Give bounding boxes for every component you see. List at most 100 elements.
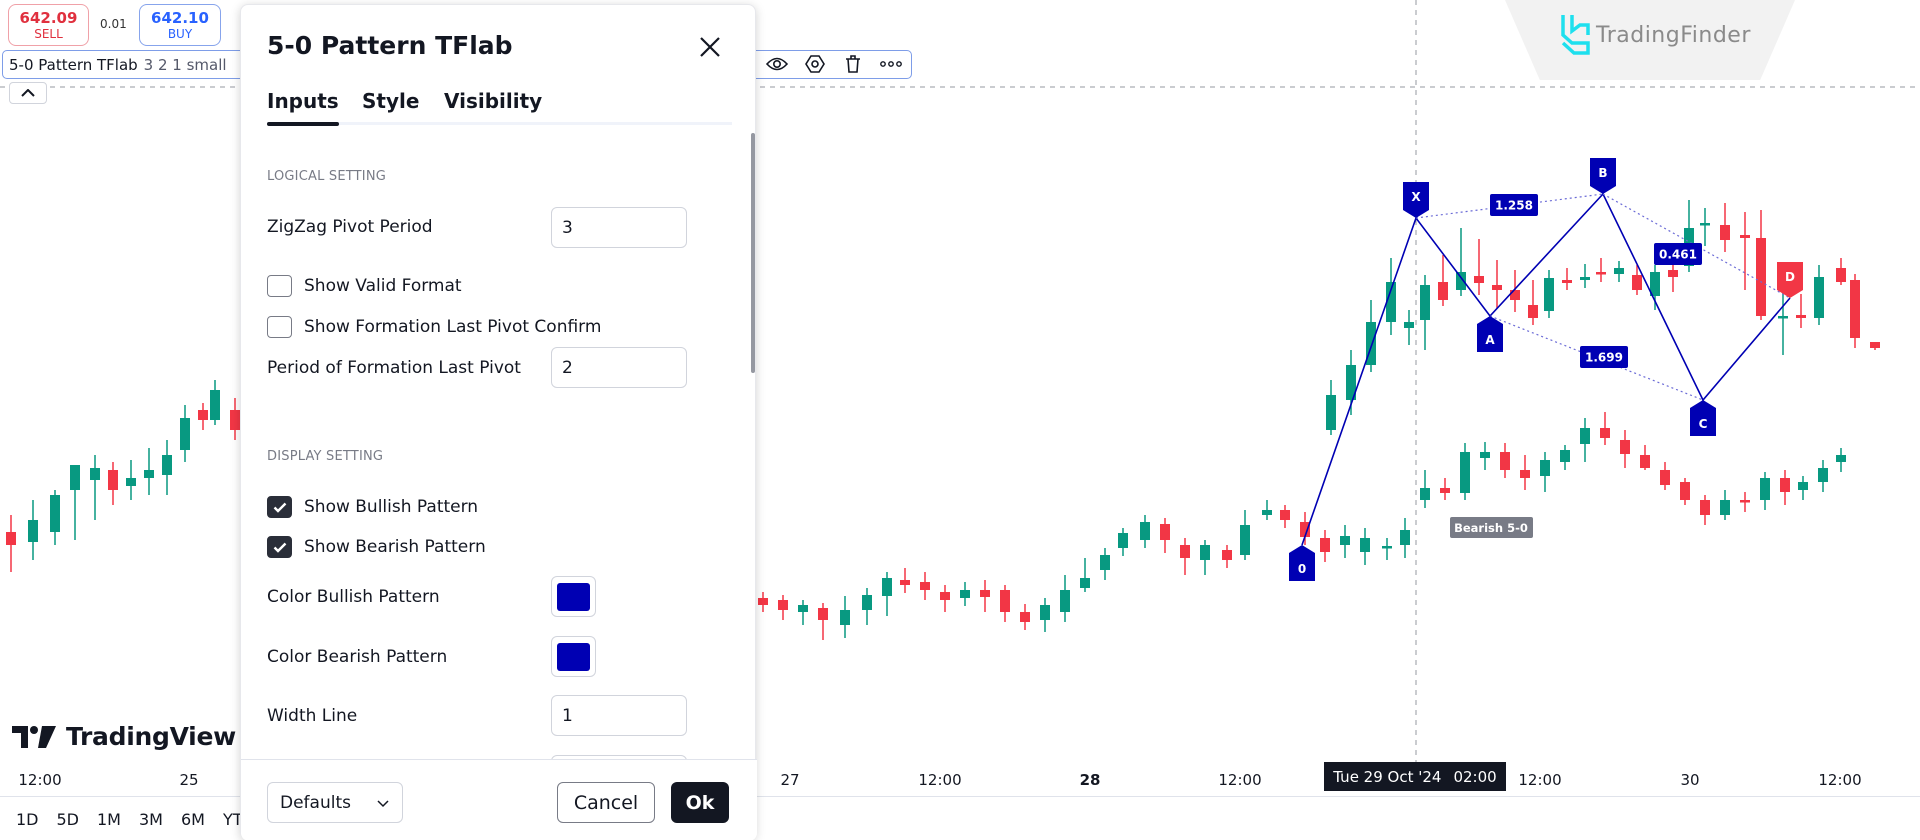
candle-body bbox=[1814, 277, 1824, 318]
candle-body bbox=[758, 598, 768, 605]
more-icon[interactable] bbox=[879, 52, 903, 76]
tradingview-brand: TradingView bbox=[66, 722, 236, 751]
pattern-point-label: D bbox=[1785, 270, 1795, 284]
range-1m-button[interactable]: 1M bbox=[89, 810, 131, 829]
candle bbox=[1240, 510, 1250, 560]
tradingfinder-logo: TradingFinder bbox=[1560, 13, 1751, 57]
show-bullish-checkbox[interactable] bbox=[267, 496, 292, 518]
candle bbox=[180, 405, 190, 462]
range-1d-button[interactable]: 1D bbox=[8, 810, 49, 829]
candle-body bbox=[1632, 275, 1642, 290]
candle-body bbox=[778, 600, 788, 610]
candle-body bbox=[1528, 305, 1538, 318]
range-3m-button[interactable]: 3M bbox=[131, 810, 173, 829]
sell-button[interactable]: 642.09 SELL bbox=[8, 4, 89, 46]
show-formation-confirm-checkbox[interactable] bbox=[267, 316, 292, 338]
range-6m-button[interactable]: 6M bbox=[173, 810, 215, 829]
candle bbox=[6, 515, 16, 572]
candle-body bbox=[1118, 533, 1128, 548]
collapse-legend-button[interactable] bbox=[9, 82, 47, 104]
indicator-params: 3 2 1 small bbox=[143, 55, 227, 74]
candle bbox=[1528, 280, 1538, 325]
dialog-scrollbar[interactable] bbox=[751, 133, 755, 373]
candle bbox=[1700, 495, 1710, 525]
time-axis-label: 12:00 bbox=[1518, 771, 1562, 789]
tradingview-logo[interactable]: TradingView bbox=[12, 722, 236, 751]
candle-body bbox=[230, 410, 240, 430]
candle-body bbox=[1836, 455, 1846, 462]
candle bbox=[1200, 540, 1210, 575]
candle-body bbox=[1562, 280, 1572, 283]
ok-button[interactable]: Ok bbox=[671, 782, 729, 823]
candle-body bbox=[1262, 510, 1272, 515]
indicator-settings-dialog: 5-0 Pattern TFlab Inputs Style Visibilit… bbox=[240, 4, 757, 840]
cancel-button[interactable]: Cancel bbox=[557, 782, 655, 823]
buy-button[interactable]: 642.10 BUY bbox=[139, 4, 221, 46]
candle-body bbox=[1740, 500, 1750, 503]
candle-body bbox=[1420, 488, 1430, 500]
candle-body bbox=[1080, 578, 1090, 588]
show-bullish-row[interactable]: Show Bullish Pattern bbox=[267, 496, 478, 518]
pattern-point-c: C bbox=[1690, 400, 1716, 436]
width-line-input[interactable]: 1 bbox=[551, 695, 687, 736]
candle bbox=[1650, 265, 1660, 310]
candle-body bbox=[1780, 478, 1790, 492]
candle bbox=[1420, 275, 1430, 350]
candle bbox=[1836, 448, 1846, 472]
candle bbox=[1320, 530, 1330, 562]
pattern-legs bbox=[1301, 192, 1791, 546]
candle bbox=[1756, 210, 1766, 320]
candle bbox=[1600, 412, 1610, 445]
tab-style[interactable]: Style bbox=[362, 89, 419, 121]
eye-icon[interactable] bbox=[765, 52, 789, 76]
close-button[interactable] bbox=[694, 31, 726, 63]
time-axis-label: 12:00 bbox=[1818, 771, 1862, 789]
sell-price: 642.09 bbox=[19, 8, 78, 27]
show-formation-confirm-row[interactable]: Show Formation Last Pivot Confirm bbox=[267, 316, 601, 338]
pattern-point-label: B bbox=[1598, 166, 1607, 180]
candle bbox=[1818, 460, 1828, 492]
candle bbox=[1680, 478, 1690, 505]
candle bbox=[70, 465, 80, 540]
color-bullish-swatch[interactable] bbox=[551, 576, 596, 617]
candle bbox=[144, 448, 154, 495]
trash-icon[interactable] bbox=[841, 52, 865, 76]
show-bearish-row[interactable]: Show Bearish Pattern bbox=[267, 536, 486, 558]
candle-body bbox=[210, 390, 220, 420]
sell-label: SELL bbox=[34, 26, 63, 41]
candle bbox=[230, 398, 240, 440]
show-bearish-checkbox[interactable] bbox=[267, 536, 292, 558]
candle bbox=[1580, 264, 1590, 288]
candle-body bbox=[1740, 235, 1750, 238]
candle bbox=[1580, 418, 1590, 462]
candle-body bbox=[1160, 524, 1170, 540]
zigzag-period-input[interactable]: 3 bbox=[551, 207, 687, 248]
pattern-point-a: A bbox=[1477, 316, 1503, 352]
candle-body bbox=[162, 455, 172, 475]
defaults-dropdown[interactable]: Defaults bbox=[267, 782, 403, 823]
candle bbox=[1796, 294, 1806, 328]
candle bbox=[126, 460, 136, 500]
color-bearish-fill bbox=[557, 642, 590, 671]
formation-period-input[interactable]: 2 bbox=[551, 347, 687, 388]
settings-icon[interactable] bbox=[803, 52, 827, 76]
candle-body bbox=[1320, 538, 1330, 552]
zigzag-period-label: ZigZag Pivot Period bbox=[267, 217, 433, 237]
color-bearish-swatch[interactable] bbox=[551, 636, 596, 677]
candle bbox=[1760, 472, 1770, 510]
candle bbox=[1492, 260, 1502, 308]
tab-inputs[interactable]: Inputs bbox=[267, 89, 339, 126]
dialog-tabs: Inputs Style Visibility bbox=[267, 89, 732, 126]
candle bbox=[1596, 258, 1606, 282]
tradingfinder-logo-icon bbox=[1561, 15, 1590, 55]
candle-body bbox=[1500, 452, 1510, 470]
show-valid-format-row[interactable]: Show Valid Format bbox=[267, 275, 462, 297]
candle bbox=[1640, 445, 1650, 470]
show-valid-format-checkbox[interactable] bbox=[267, 275, 292, 297]
show-bearish-label: Show Bearish Pattern bbox=[304, 537, 486, 557]
tab-visibility[interactable]: Visibility bbox=[444, 89, 542, 121]
candle bbox=[28, 500, 38, 560]
range-5d-button[interactable]: 5D bbox=[49, 810, 90, 829]
candle-body bbox=[818, 608, 828, 620]
chevron-up-icon bbox=[21, 89, 35, 97]
